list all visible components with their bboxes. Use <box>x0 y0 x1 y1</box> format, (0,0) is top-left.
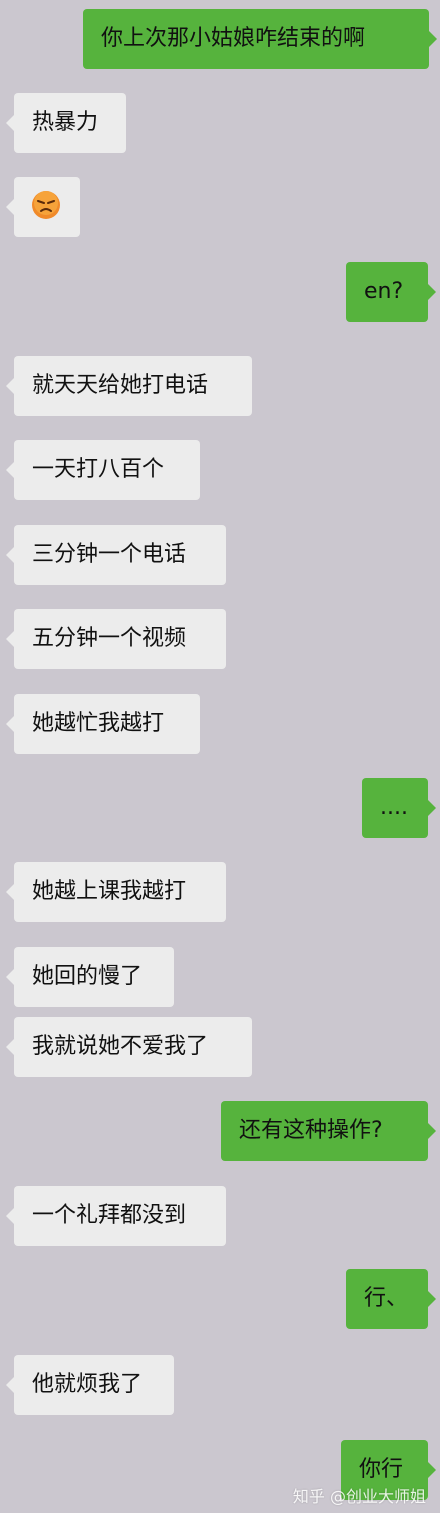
message-text: 他就烦我了 <box>32 1372 143 1397</box>
message-bubble-received[interactable]: 她越忙我越打 <box>6 694 200 754</box>
message-bubble-received[interactable]: 我就说她不爱我了 <box>6 1017 252 1077</box>
message-bubble-sent[interactable]: 还有这种操作? <box>221 1101 436 1161</box>
message-text: 你行 <box>359 1457 404 1482</box>
message-bubble-sent[interactable]: .... <box>362 778 436 838</box>
message-text: .... <box>380 795 408 820</box>
message-bubble-received[interactable]: 他就烦我了 <box>6 1355 174 1415</box>
message-text: en? <box>364 279 404 304</box>
message-bubble-sent[interactable]: en? <box>346 262 436 322</box>
message-bubble-sent[interactable]: 你上次那小姑娘咋结束的啊 <box>83 9 437 69</box>
angry-face-emoji-icon <box>32 191 60 219</box>
chat-conversation: 你上次那小姑娘咋结束的啊 热暴力 en? 就天天给她打电话 一天打八百个 三分钟… <box>0 0 440 1513</box>
message-bubble-received[interactable]: 她越上课我越打 <box>6 862 226 922</box>
message-text: 她回的慢了 <box>32 964 143 989</box>
message-text: 五分钟一个视频 <box>32 626 187 651</box>
message-text: 我就说她不爱我了 <box>32 1034 209 1059</box>
message-bubble-sent[interactable]: 行、 <box>346 1269 436 1329</box>
message-bubble-received[interactable]: 就天天给她打电话 <box>6 356 252 416</box>
message-text: 她越忙我越打 <box>32 711 165 736</box>
message-text: 你上次那小姑娘咋结束的啊 <box>101 26 366 51</box>
message-bubble-received[interactable] <box>6 177 80 237</box>
message-text: 三分钟一个电话 <box>32 542 187 567</box>
message-bubble-received[interactable]: 热暴力 <box>6 93 126 153</box>
message-bubble-received[interactable]: 她回的慢了 <box>6 947 174 1007</box>
message-text: 就天天给她打电话 <box>32 373 209 398</box>
message-text: 热暴力 <box>32 110 99 135</box>
message-bubble-received[interactable]: 五分钟一个视频 <box>6 609 226 669</box>
message-bubble-received[interactable]: 三分钟一个电话 <box>6 525 226 585</box>
message-bubble-received[interactable]: 一个礼拜都没到 <box>6 1186 226 1246</box>
message-bubble-received[interactable]: 一天打八百个 <box>6 440 200 500</box>
message-text: 她越上课我越打 <box>32 879 187 904</box>
zhihu-watermark: 知乎 @创业大师姐 <box>292 1487 426 1506</box>
message-text: 行、 <box>364 1286 409 1311</box>
message-text: 一个礼拜都没到 <box>32 1203 187 1228</box>
message-text: 一天打八百个 <box>32 457 165 482</box>
message-text: 还有这种操作? <box>239 1118 383 1143</box>
